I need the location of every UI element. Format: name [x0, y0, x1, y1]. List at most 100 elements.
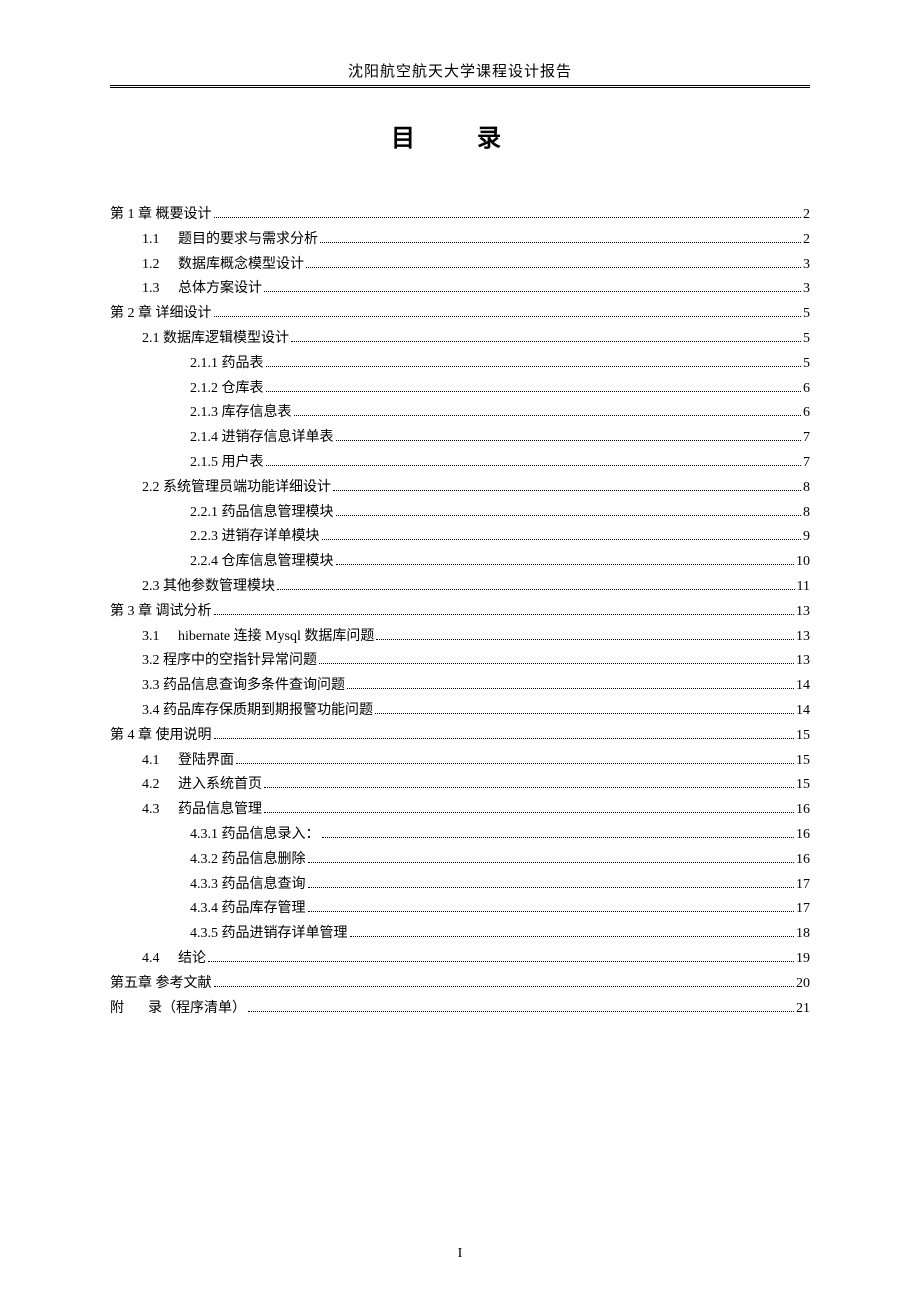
toc-entry-page: 16: [796, 823, 810, 847]
toc-entry-page: 9: [803, 525, 810, 549]
toc-entry-page: 5: [803, 302, 810, 326]
toc-entry-page: 16: [796, 798, 810, 822]
toc-entry-page: 3: [803, 277, 810, 301]
toc-leader-dots: [291, 341, 801, 342]
toc-leader-dots: [322, 837, 795, 838]
toc-entry-label: 第 4 章 使用说明: [110, 724, 212, 748]
toc-leader-dots: [266, 391, 802, 392]
toc-entry-label: 2.3 其他参数管理模块: [142, 575, 275, 599]
toc-entry-label: 2.1.1 药品表: [190, 352, 264, 376]
toc-entry: 2.1.1 药品表5: [110, 352, 810, 376]
toc-leader-dots: [376, 639, 794, 640]
toc-entry: 2.1.4 进销存信息详单表 7: [110, 426, 810, 450]
toc-entry-label: 1.1题目的要求与需求分析: [142, 228, 318, 252]
toc-entry-page: 3: [803, 253, 810, 277]
toc-leader-dots: [264, 787, 794, 788]
toc-entry-page: 17: [796, 897, 810, 921]
toc-entry-page: 14: [796, 699, 810, 723]
toc-entry: 2.2.1 药品信息管理模块8: [110, 501, 810, 525]
toc-entry-page: 14: [796, 674, 810, 698]
toc-entry-page: 15: [796, 724, 810, 748]
toc-entry-label: 附录（程序清单）: [110, 997, 246, 1021]
toc-entry-label: 2.1.4 进销存信息详单表: [190, 426, 334, 450]
toc-entry-label: 第五章 参考文献: [110, 972, 212, 996]
toc-entry: 4.3药品信息管理 16: [110, 798, 810, 822]
toc-entry-page: 16: [796, 848, 810, 872]
toc-entry-page: 15: [796, 773, 810, 797]
toc-entry-page: 8: [803, 476, 810, 500]
toc-leader-dots: [319, 663, 794, 664]
toc-entry-label: 第 3 章 调试分析: [110, 600, 212, 624]
toc-leader-dots: [375, 713, 794, 714]
toc-leader-dots: [336, 440, 802, 441]
page-header: 沈阳航空航天大学课程设计报告: [110, 60, 810, 85]
toc-entry: 2.1.2 仓库表 6: [110, 377, 810, 401]
toc-entry: 4.3.3 药品信息查询17: [110, 873, 810, 897]
toc-leader-dots: [333, 490, 801, 491]
toc-entry-label: 4.2进入系统首页: [142, 773, 262, 797]
toc-entry-label: 4.3.4 药品库存管理: [190, 897, 306, 921]
toc-entry-label: 4.4结论: [142, 947, 206, 971]
toc-entry-label: 4.3.1 药品信息录入：: [190, 823, 320, 847]
toc-entry-page: 19: [796, 947, 810, 971]
toc-entry: 4.3.1 药品信息录入： 16: [110, 823, 810, 847]
toc-entry-page: 18: [796, 922, 810, 946]
toc-entry-page: 11: [797, 575, 810, 599]
toc-list: 第 1 章 概要设计21.1题目的要求与需求分析21.2数据库概念模型设计31.…: [110, 203, 810, 1020]
toc-entry: 3.3 药品信息查询多条件查询问题 14: [110, 674, 810, 698]
toc-entry: 第 1 章 概要设计2: [110, 203, 810, 227]
toc-entry: 1.1题目的要求与需求分析2: [110, 228, 810, 252]
toc-entry-label: 4.3.2 药品信息删除: [190, 848, 306, 872]
toc-entry: 第 3 章 调试分析 13: [110, 600, 810, 624]
toc-entry-label: 4.3药品信息管理: [142, 798, 262, 822]
toc-entry: 2.3 其他参数管理模块 11: [110, 575, 810, 599]
toc-entry-label: 2.2 系统管理员端功能详细设计: [142, 476, 331, 500]
toc-entry: 4.1登陆界面15: [110, 749, 810, 773]
toc-leader-dots: [322, 539, 802, 540]
toc-entry-label: 2.2.4 仓库信息管理模块: [190, 550, 334, 574]
toc-entry: 1.2数据库概念模型设计 3: [110, 253, 810, 277]
toc-leader-dots: [347, 688, 794, 689]
toc-entry: 3.1hibernate 连接 Mysql 数据库问题 13: [110, 625, 810, 649]
toc-leader-dots: [266, 366, 802, 367]
toc-entry-label: 2.2.1 药品信息管理模块: [190, 501, 334, 525]
toc-entry-label: 第 2 章 详细设计: [110, 302, 212, 326]
toc-entry: 2.2 系统管理员端功能详细设计 8: [110, 476, 810, 500]
toc-entry-label: 2.1.5 用户表: [190, 451, 264, 475]
toc-entry-page: 5: [803, 327, 810, 351]
toc-leader-dots: [320, 242, 801, 243]
toc-entry-label: 2.1.3 库存信息表: [190, 401, 292, 425]
toc-entry: 4.3.4 药品库存管理 17: [110, 897, 810, 921]
toc-entry: 2.1.3 库存信息表 6: [110, 401, 810, 425]
toc-entry-page: 7: [803, 451, 810, 475]
toc-entry-page: 6: [803, 401, 810, 425]
toc-leader-dots: [277, 589, 795, 590]
toc-entry: 3.2 程序中的空指针异常问题 13: [110, 649, 810, 673]
toc-leader-dots: [248, 1011, 794, 1012]
toc-entry-label: 2.1.2 仓库表: [190, 377, 264, 401]
toc-entry-page: 7: [803, 426, 810, 450]
toc-entry-page: 2: [803, 203, 810, 227]
toc-entry-label: 1.2数据库概念模型设计: [142, 253, 304, 277]
toc-entry-page: 13: [796, 625, 810, 649]
toc-leader-dots: [336, 515, 802, 516]
toc-entry-label: 3.2 程序中的空指针异常问题: [142, 649, 317, 673]
toc-leader-dots: [236, 763, 794, 764]
toc-title: 目 录: [110, 118, 810, 153]
toc-leader-dots: [308, 862, 795, 863]
toc-entry-page: 13: [796, 649, 810, 673]
toc-leader-dots: [214, 986, 795, 987]
toc-entry: 2.1 数据库逻辑模型设计5: [110, 327, 810, 351]
toc-entry-page: 13: [796, 600, 810, 624]
toc-entry-page: 6: [803, 377, 810, 401]
toc-entry-label: 3.3 药品信息查询多条件查询问题: [142, 674, 345, 698]
toc-entry: 4.3.2 药品信息删除 16: [110, 848, 810, 872]
toc-entry-page: 10: [796, 550, 810, 574]
toc-leader-dots: [294, 415, 802, 416]
toc-entry-label: 3.4 药品库存保质期到期报警功能问题: [142, 699, 373, 723]
toc-leader-dots: [350, 936, 795, 937]
toc-leader-dots: [308, 911, 795, 912]
toc-entry: 第五章 参考文献20: [110, 972, 810, 996]
toc-entry-label: 4.3.5 药品进销存详单管理: [190, 922, 348, 946]
toc-entry-page: 21: [796, 997, 810, 1021]
